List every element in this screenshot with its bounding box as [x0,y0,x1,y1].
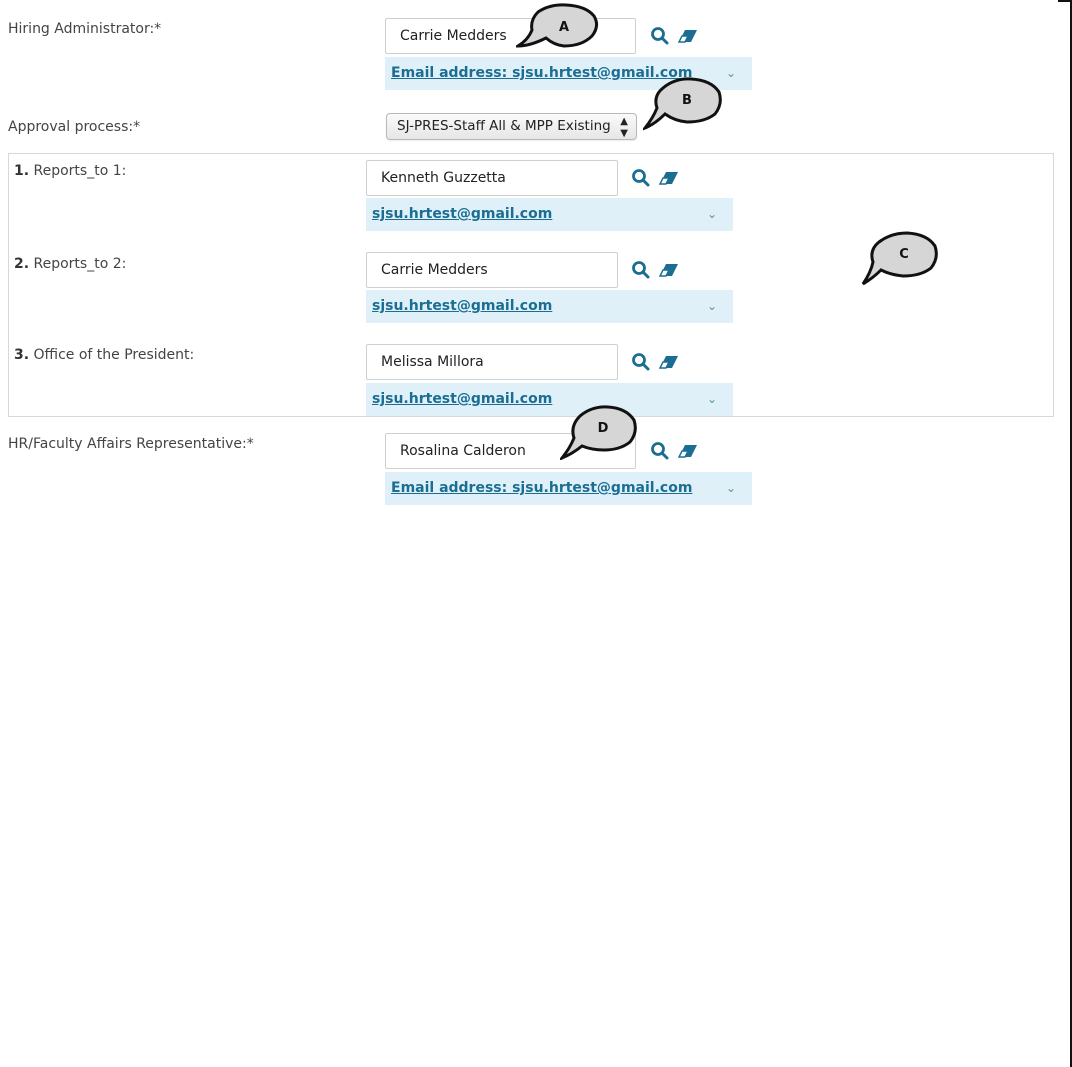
search-icon[interactable] [650,26,670,46]
approver-2-input[interactable]: Carrie Medders [366,252,618,288]
chevron-down-icon: ⌄ [706,299,717,313]
callout-a: A [516,3,599,48]
approver-3-input[interactable]: Melissa Millora [366,344,618,380]
eraser-icon[interactable] [659,168,679,188]
approver-1-label: 1. Reports_to 1: [14,163,126,179]
callout-c-letter: C [899,247,909,262]
callout-d-letter: D [598,421,609,436]
callout-d: D [560,405,637,460]
approver-3-label-text: Office of the President: [33,347,195,363]
approver-1-input[interactable]: Kenneth Guzzetta [366,160,618,196]
approver-2-email-link[interactable]: sjsu.hrtest@gmail.com [372,298,552,314]
approver-3-number: 3. [14,347,30,363]
approver-2-label-text: Reports_to 2: [33,256,127,272]
callout-b: B [643,77,722,131]
approval-process-select[interactable]: SJ-PRES-Staff All & MPP Existing ▲ ▼ [386,113,637,140]
approver-1-email-link[interactable]: sjsu.hrtest@gmail.com [372,206,552,222]
chevron-down-icon: ⌄ [706,392,717,406]
chevron-down-icon: ⌄ [706,207,717,221]
approver-1-number: 1. [14,163,30,179]
search-icon[interactable] [631,260,651,280]
approval-process-label: Approval process:* [8,119,141,135]
approver-2-label: 2. Reports_to 2: [14,256,126,272]
callout-b-letter: B [682,93,692,108]
chevron-down-icon: ⌄ [725,481,736,495]
select-arrows-icon: ▲ ▼ [620,116,628,139]
eraser-icon[interactable] [659,260,679,280]
eraser-icon[interactable] [659,352,679,372]
search-icon[interactable] [631,168,651,188]
hr-rep-email-link[interactable]: Email address: sjsu.hrtest@gmail.com [391,480,692,496]
approver-3-email-link[interactable]: sjsu.hrtest@gmail.com [372,391,552,407]
search-icon[interactable] [650,441,670,461]
approver-3-label: 3. Office of the President: [14,347,194,363]
callout-c: C [861,231,938,286]
page-top-mark [1058,0,1072,2]
approver-3-email-select[interactable]: sjsu.hrtest@gmail.com ⌄ [366,383,733,416]
approver-2-email-select[interactable]: sjsu.hrtest@gmail.com ⌄ [366,290,733,323]
approver-1-email-select[interactable]: sjsu.hrtest@gmail.com ⌄ [366,198,733,231]
approver-1-label-text: Reports_to 1: [33,163,127,179]
callout-a-letter: A [559,20,569,35]
hiring-admin-label: Hiring Administrator:* [8,21,162,37]
eraser-icon[interactable] [678,26,698,46]
chevron-down-icon: ⌄ [725,66,736,80]
search-icon[interactable] [631,352,651,372]
hr-rep-label: HR/Faculty Affairs Representative:* [8,436,254,452]
hr-rep-email-select[interactable]: Email address: sjsu.hrtest@gmail.com ⌄ [385,472,752,505]
eraser-icon[interactable] [678,441,698,461]
approval-process-selected: SJ-PRES-Staff All & MPP Existing [397,118,611,134]
approver-2-number: 2. [14,256,30,272]
